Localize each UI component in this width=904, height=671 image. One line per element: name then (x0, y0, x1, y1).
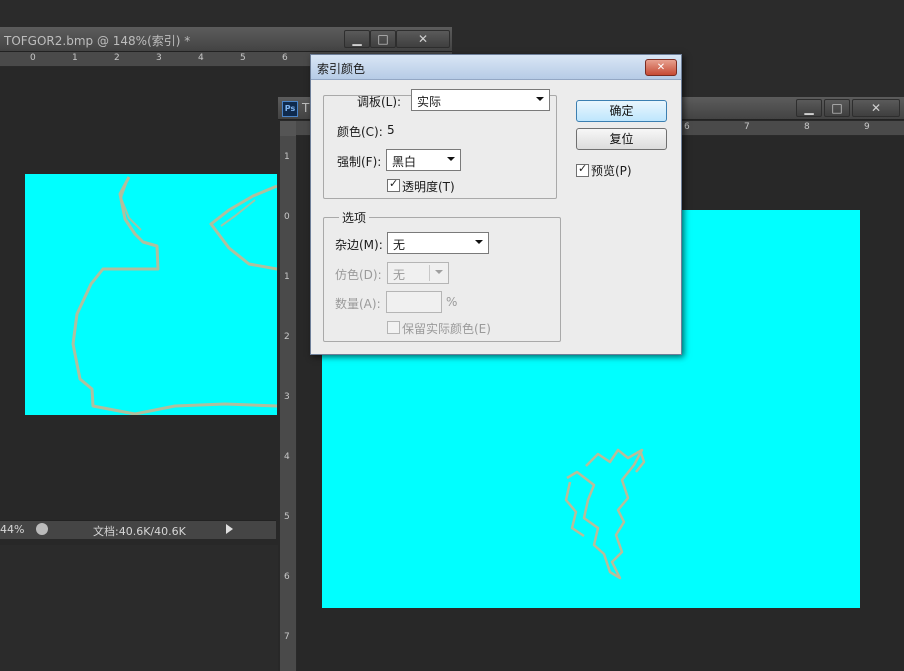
indexed-color-dialog: 索引颜色 ✕ 调板(L): 实际 颜色(C): 5 强制(F): 黑白 透明度(… (310, 54, 682, 355)
doc-size-info: 文档:40.6K/40.6K (93, 525, 186, 538)
palette-label: 调板(L): (357, 95, 402, 109)
front-window-title: T (302, 101, 310, 115)
colors-value: 5 (387, 123, 395, 137)
preserve-colors-checkbox[interactable] (387, 321, 400, 334)
ruler-origin-corner[interactable] (280, 121, 296, 136)
palette-select[interactable]: 实际 (411, 89, 550, 111)
ruler-label: 3 (156, 53, 162, 63)
close-icon[interactable]: ✕ (852, 99, 900, 117)
photoshop-icon: Ps (282, 101, 298, 117)
maximize-icon[interactable]: □ (824, 99, 850, 117)
amount-unit: % (446, 295, 458, 309)
dialog-titlebar[interactable]: 索引颜色 ✕ (311, 55, 681, 80)
dither-divider (429, 265, 430, 281)
colors-label: 颜色(C): (337, 125, 383, 139)
dither-value: 无 (393, 268, 406, 282)
vertical-ruler: 1 0 1 2 3 4 5 6 7 (280, 136, 297, 671)
minimize-icon[interactable]: ▁ (796, 99, 822, 117)
ruler-label: 9 (864, 122, 870, 132)
transparency-checkbox[interactable] (387, 177, 400, 192)
back-status-bar: 44% 文档:40.6K/40.6K (0, 520, 276, 539)
dither-select[interactable]: 无 (387, 262, 449, 284)
ruler-label: 7 (744, 122, 750, 132)
ok-button[interactable]: 确定 (576, 100, 667, 122)
matte-label: 杂边(M): (335, 238, 383, 252)
chevron-down-icon (447, 157, 455, 161)
forced-label: 强制(F): (337, 155, 382, 169)
ruler-label: 7 (284, 632, 290, 642)
transparency-label: 透明度(T) (402, 180, 455, 194)
ruler-label: 8 (804, 122, 810, 132)
ruler-label: 4 (284, 452, 290, 462)
preserve-colors-label: 保留实际颜色(E) (402, 322, 491, 336)
chevron-down-icon (536, 97, 544, 101)
ruler-label: 1 (284, 152, 290, 162)
back-canvas-image[interactable] (25, 174, 277, 415)
back-window-titlebar[interactable]: TOFGOR2.bmp @ 148%(索引) * ▁ □ ✕ (0, 27, 452, 52)
ruler-label: 5 (284, 512, 290, 522)
forced-select[interactable]: 黑白 (386, 149, 461, 171)
options-group-label: 选项 (339, 209, 370, 226)
maximize-icon[interactable]: □ (370, 30, 396, 48)
ruler-label: 6 (282, 53, 288, 63)
close-icon[interactable]: ✕ (396, 30, 450, 48)
preview-label: 预览(P) (591, 164, 632, 178)
forced-value: 黑白 (392, 155, 417, 169)
preview-checkbox[interactable] (576, 162, 589, 177)
dither-label: 仿色(D): (335, 268, 382, 282)
ruler-label: 6 (684, 122, 690, 132)
back-window-title: TOFGOR2.bmp @ 148%(索引) * (4, 34, 191, 48)
ruler-label: 0 (30, 53, 36, 63)
ruler-label: 2 (114, 53, 120, 63)
bull-outline-drawing (71, 176, 277, 415)
matte-select[interactable]: 无 (387, 232, 489, 254)
palette-value: 实际 (417, 95, 442, 109)
chevron-down-icon (475, 240, 483, 244)
dialog-close-icon[interactable]: ✕ (645, 59, 677, 76)
ruler-label: 1 (72, 53, 78, 63)
status-menu-arrow-icon[interactable] (226, 524, 233, 534)
ruler-label: 3 (284, 392, 290, 402)
zoom-level[interactable]: 44% (0, 523, 24, 536)
ruler-label: 1 (284, 272, 290, 282)
ruler-label: 6 (284, 572, 290, 582)
minimize-icon[interactable]: ▁ (344, 30, 370, 48)
ruler-label: 5 (240, 53, 246, 63)
status-info-icon[interactable] (36, 523, 48, 535)
ruler-label: 2 (284, 332, 290, 342)
ruler-label: 0 (284, 212, 290, 222)
chevron-down-icon (435, 270, 443, 274)
reset-button[interactable]: 复位 (576, 128, 667, 150)
amount-field[interactable] (386, 291, 442, 313)
amount-label: 数量(A): (335, 297, 381, 311)
matte-value: 无 (393, 238, 406, 252)
dialog-title: 索引颜色 (317, 62, 366, 76)
ruler-label: 4 (198, 53, 204, 63)
